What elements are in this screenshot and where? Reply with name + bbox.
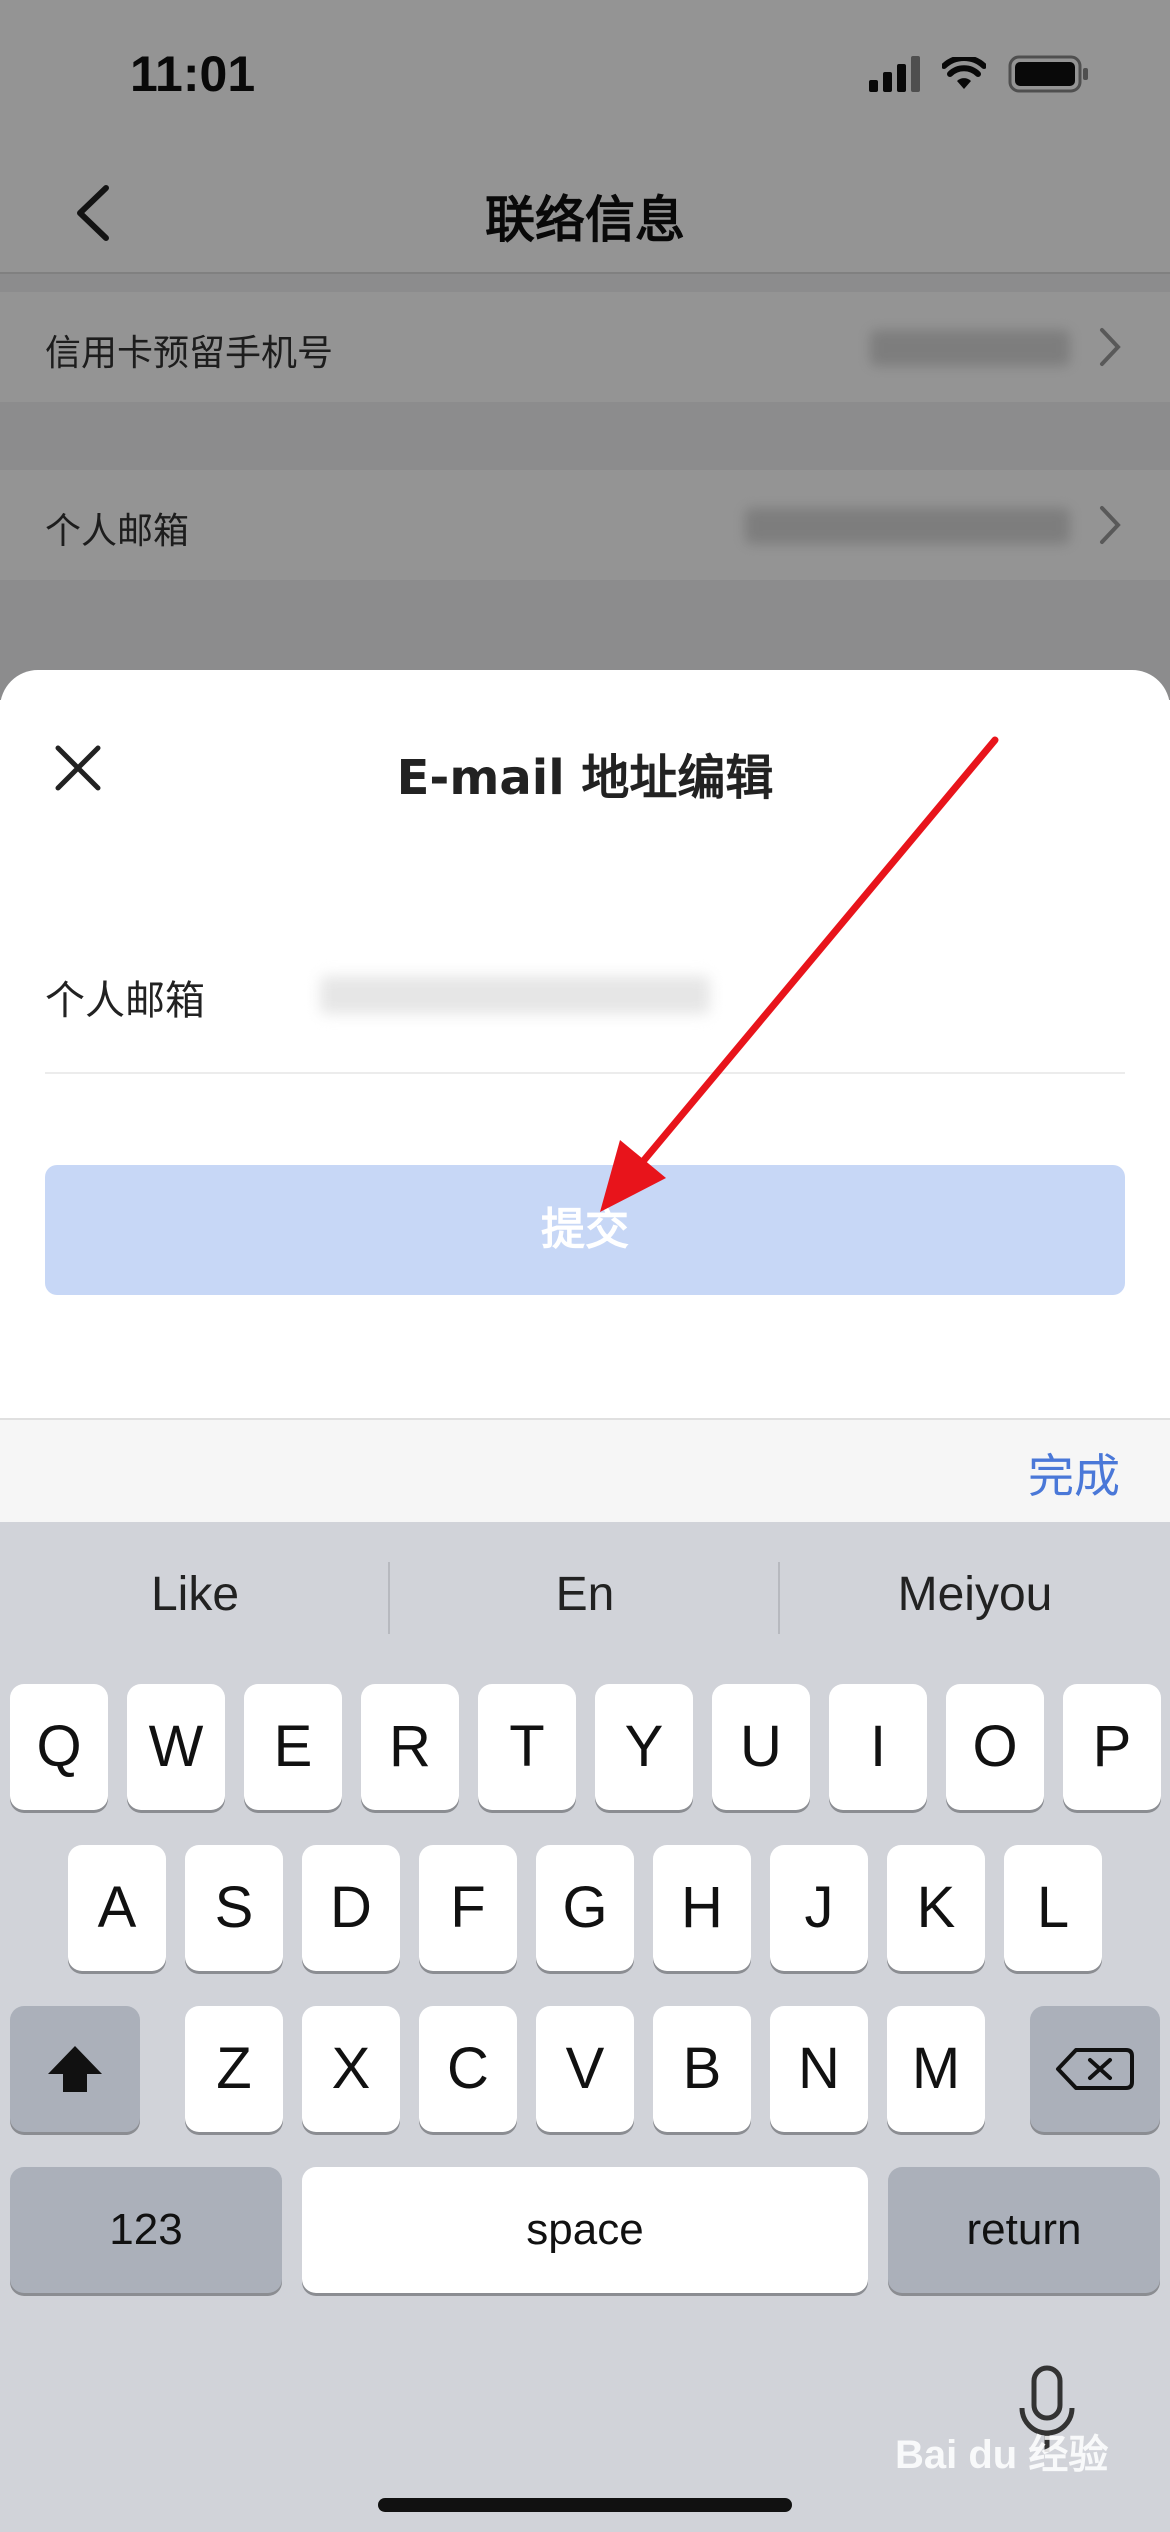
key-n[interactable]: N (770, 2006, 868, 2132)
key-k[interactable]: K (887, 1845, 985, 1971)
key-p[interactable]: P (1063, 1684, 1161, 1810)
key-x[interactable]: X (302, 2006, 400, 2132)
done-button[interactable]: 完成 (1028, 1440, 1120, 1506)
space-key[interactable]: space (302, 2167, 868, 2293)
key-z[interactable]: Z (185, 2006, 283, 2132)
key-g[interactable]: G (536, 1845, 634, 1971)
keyboard: Like En Meiyou Q W E R T Y U I O P A S D… (0, 1522, 1170, 2532)
key-i[interactable]: I (829, 1684, 927, 1810)
suggestion-item[interactable]: En (390, 1567, 780, 1622)
key-a[interactable]: A (68, 1845, 166, 1971)
key-v[interactable]: V (536, 2006, 634, 2132)
key-o[interactable]: O (946, 1684, 1044, 1810)
key-l[interactable]: L (1004, 1845, 1102, 1971)
key-e[interactable]: E (244, 1684, 342, 1810)
suggestion-item[interactable]: Like (0, 1567, 390, 1622)
key-d[interactable]: D (302, 1845, 400, 1971)
suggestion-item[interactable]: Meiyou (780, 1567, 1170, 1622)
suggestion-bar: Like En Meiyou (0, 1522, 1170, 1682)
backspace-icon (1056, 2048, 1134, 2090)
shift-key[interactable] (10, 2006, 140, 2132)
numbers-key[interactable]: 123 (10, 2167, 282, 2293)
key-c[interactable]: C (419, 2006, 517, 2132)
key-y[interactable]: Y (595, 1684, 693, 1810)
keyboard-toolbar: 完成 (0, 1418, 1170, 1522)
key-s[interactable]: S (185, 1845, 283, 1971)
key-h[interactable]: H (653, 1845, 751, 1971)
shift-arrow-icon (48, 2046, 102, 2092)
home-indicator[interactable] (378, 2498, 792, 2512)
key-b[interactable]: B (653, 2006, 751, 2132)
key-r[interactable]: R (361, 1684, 459, 1810)
return-key[interactable]: return (888, 2167, 1160, 2293)
key-u[interactable]: U (712, 1684, 810, 1810)
key-j[interactable]: J (770, 1845, 868, 1971)
key-w[interactable]: W (127, 1684, 225, 1810)
key-f[interactable]: F (419, 1845, 517, 1971)
key-q[interactable]: Q (10, 1684, 108, 1810)
watermark-logo: Bai du 经验 (895, 2433, 1109, 2477)
key-m[interactable]: M (887, 2006, 985, 2132)
key-t[interactable]: T (478, 1684, 576, 1810)
delete-key[interactable] (1030, 2006, 1160, 2132)
